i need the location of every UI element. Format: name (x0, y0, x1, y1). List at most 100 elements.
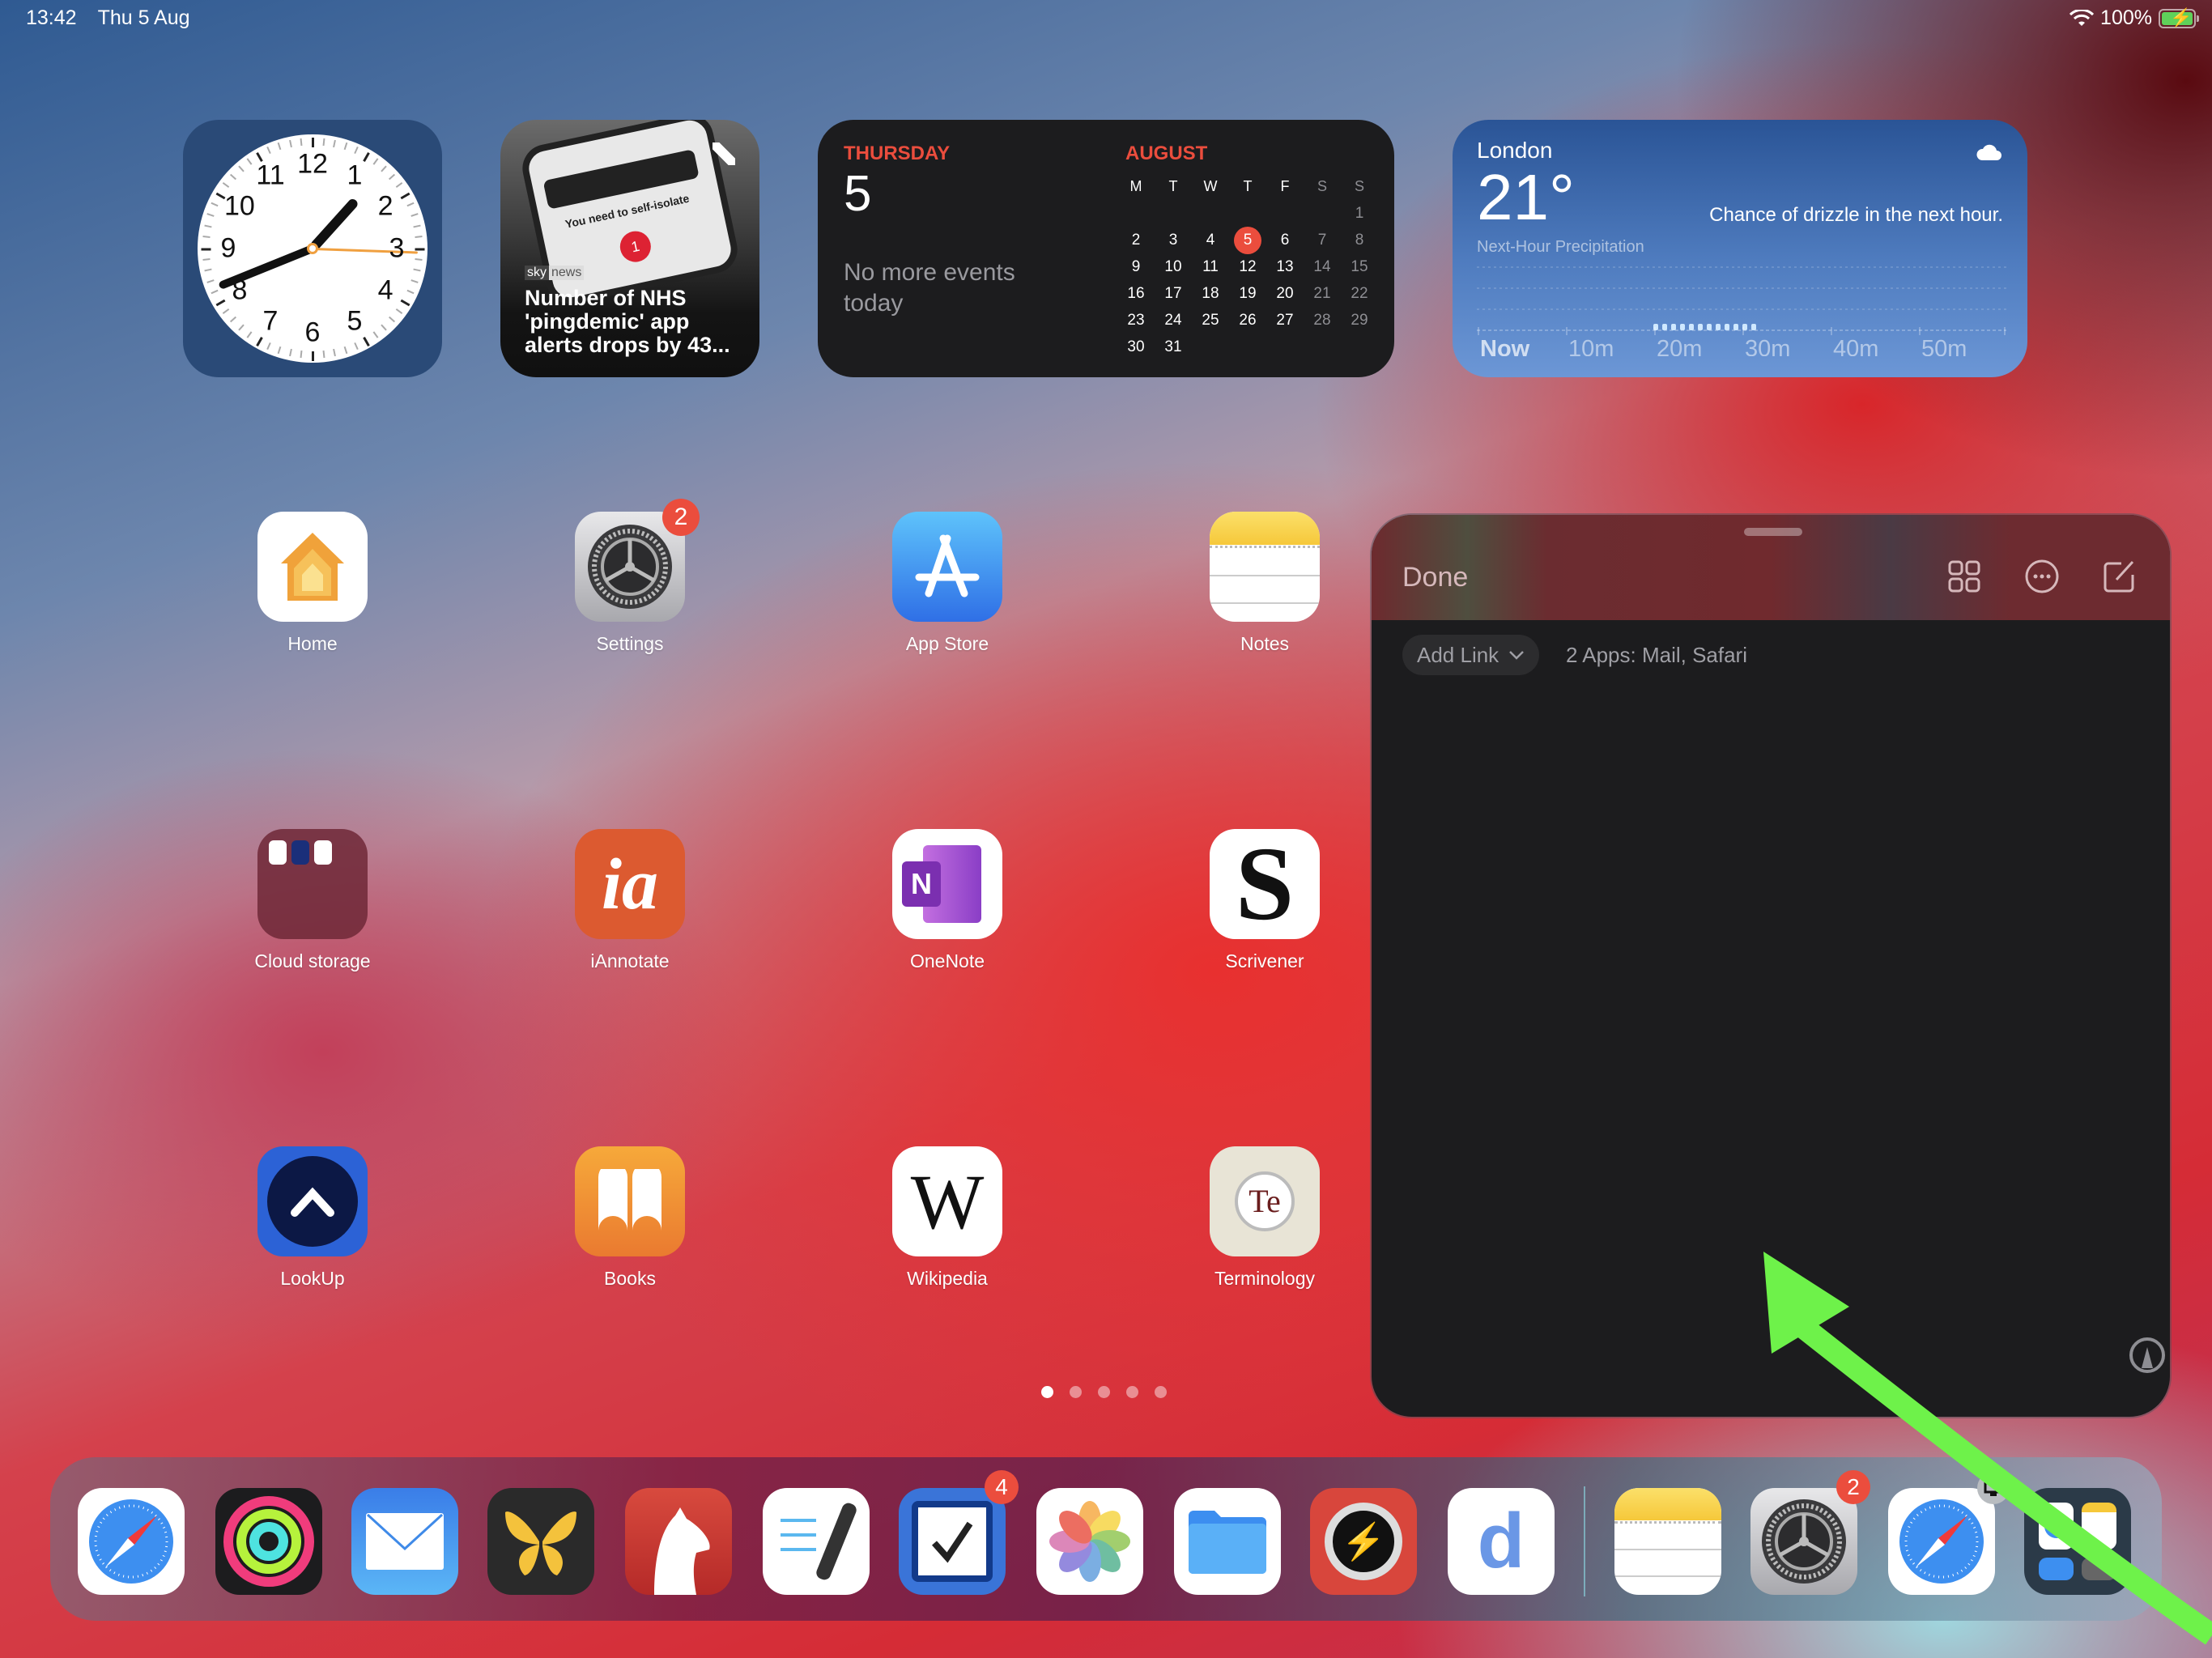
clock-number: 4 (377, 274, 393, 306)
calendar-day-cell: 30 (1127, 338, 1145, 355)
calendar-grid: M T W T F S S 1 2 3 4 5 6 7 8 9 10 11 12 13 14 15 16 17 18 19 20 21… (1117, 173, 1378, 360)
clock-tick (381, 165, 388, 172)
page-dot[interactable] (1155, 1386, 1167, 1398)
clock-tick (400, 192, 410, 200)
markup-pen-icon[interactable] (2128, 1336, 2167, 1379)
page-dot[interactable] (1041, 1386, 1053, 1398)
news-image-badge: 1 (617, 228, 654, 266)
calendar-day-cell: 3 (1168, 231, 1178, 249)
news-source: sky news (525, 266, 585, 280)
clock-tick (406, 202, 415, 207)
weather-widget[interactable]: London 21° Chance of drizzle in the next… (1453, 120, 2027, 377)
status-bar-left: 13:42 Thu 5 Aug (26, 6, 190, 30)
app-label: OneNote (909, 950, 985, 971)
clock-tick (395, 308, 403, 314)
dock-quick-app[interactable]: ⚡ (1310, 1488, 1417, 1595)
app-cloud-storage[interactable]: Cloud storage (254, 829, 371, 972)
dock-things[interactable] (899, 1488, 1006, 1595)
app-iannotate[interactable]: ia iAnnotate (573, 829, 687, 972)
clock-number: 11 (256, 159, 285, 191)
clock-number: 2 (377, 190, 393, 222)
clock-tick (372, 158, 379, 165)
calendar-day-cell: 7 (1317, 231, 1327, 249)
dock-mail[interactable] (351, 1488, 458, 1595)
news-source-b: news (549, 266, 585, 280)
clock-tick (312, 138, 314, 147)
d-letter-icon: d (1448, 1488, 1555, 1595)
status-time: 13:42 (26, 6, 77, 29)
dock-safari[interactable] (78, 1488, 185, 1595)
clock-widget[interactable]: 12 1 2 3 4 5 6 7 8 9 10 11 (183, 120, 442, 377)
page-dot[interactable] (1070, 1386, 1082, 1398)
calendar-day-cell: 29 (1351, 311, 1368, 329)
app-app-store[interactable]: App Store (891, 512, 1004, 655)
clock-tick (343, 142, 348, 151)
page-indicator[interactable] (1041, 1386, 1167, 1398)
calendar-day-cell: 8 (1355, 231, 1364, 249)
cloud-icon (1976, 144, 2001, 160)
dock-bear[interactable] (625, 1488, 732, 1595)
app-wikipedia[interactable]: W Wikipedia (891, 1146, 1004, 1290)
app-settings[interactable]: Settings 2 (573, 499, 700, 655)
app-home[interactable]: Home (256, 512, 369, 655)
status-date: Thu 5 Aug (97, 6, 190, 29)
page-dot[interactable] (1126, 1386, 1138, 1398)
app-label: iAnnotate (590, 950, 670, 971)
calendar-widget[interactable]: THURSDAY 5 No more events today AUGUST M… (818, 120, 1394, 377)
notification-badge: 4 (985, 1470, 1019, 1504)
calendar-month: AUGUST (1125, 142, 1208, 164)
app-lookup[interactable]: LookUp (256, 1146, 369, 1290)
gear-icon (1750, 1488, 1857, 1595)
add-link-button[interactable]: Add Link (1402, 635, 1540, 675)
app-scrivener[interactable]: S Scrivener (1208, 829, 1321, 972)
calendar-weekday-header: M (1129, 178, 1142, 194)
app-terminology[interactable]: Te Terminology (1208, 1146, 1321, 1290)
dock-notes[interactable] (1614, 1488, 1721, 1595)
page-dot[interactable] (1098, 1386, 1110, 1398)
clock-number: 10 (224, 190, 255, 222)
clock-number: 12 (297, 148, 328, 180)
calendar-day-cell: 21 (1313, 284, 1331, 302)
dock-divider (1584, 1486, 1585, 1596)
grid-icon[interactable] (1946, 559, 1982, 594)
app-onenote[interactable]: N OneNote (891, 829, 1004, 972)
dock-safari[interactable] (1888, 1488, 1995, 1595)
clock-tick (211, 289, 219, 294)
precipitation-bar (1725, 324, 1729, 330)
calendar-today: 5 (1234, 226, 1261, 254)
notes-icon (1614, 1488, 1721, 1595)
app-notes[interactable]: Notes (1208, 512, 1321, 655)
linked-apps-label: 2 Apps: Mail, Safari (1566, 643, 1747, 667)
app-books[interactable]: Books (573, 1146, 687, 1290)
calendar-events: No more events today (844, 259, 1015, 317)
calendar-day-cell: 6 (1280, 231, 1290, 249)
dock-dictionary[interactable]: d (1448, 1488, 1555, 1595)
clock-tick (300, 351, 303, 359)
dock-settings[interactable] (1750, 1488, 1857, 1595)
dock-app-library[interactable] (2024, 1488, 2131, 1595)
chart-tick-label: 40m (1833, 336, 1878, 356)
slide-over-window[interactable]: Done Add Link 2 Apps: Mail, Safari (1372, 515, 2170, 1417)
more-icon[interactable] (2024, 559, 2060, 594)
compose-icon[interactable] (2102, 559, 2138, 594)
clock-tick (400, 299, 410, 307)
dock-files[interactable] (1174, 1488, 1281, 1595)
precipitation-bar (1653, 324, 1658, 330)
chart-tick-label: Now (1480, 336, 1530, 356)
dock-ulysses[interactable] (487, 1488, 594, 1595)
calendar-day-cell: 12 (1239, 257, 1257, 275)
dock-photos[interactable] (1036, 1488, 1143, 1595)
dock-fitness[interactable] (215, 1488, 322, 1595)
news-widget[interactable]: You need to self-isolate 1 sky news Numbe… (500, 120, 759, 377)
grabber-handle[interactable] (1744, 528, 1802, 536)
done-button[interactable]: Done (1402, 562, 1468, 593)
files-folder-icon (1174, 1488, 1281, 1595)
notification-badge: 2 (662, 499, 700, 536)
clock-tick (256, 337, 263, 347)
clock-tick (204, 224, 212, 227)
app-store-icon (892, 512, 1002, 622)
clock-tick (211, 202, 219, 207)
dock-goodnotes[interactable] (763, 1488, 870, 1595)
clock-tick (322, 351, 325, 359)
calendar-day-cell: 22 (1351, 284, 1368, 302)
